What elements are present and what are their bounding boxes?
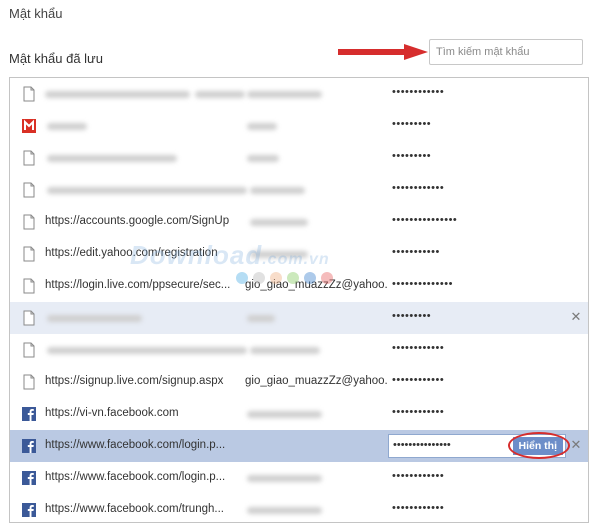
blurred-username — [247, 475, 322, 482]
site-url: https://accounts.google.com/SignUp — [45, 215, 230, 227]
password-field[interactable]: ••••••••••••••• Hiển thị — [388, 434, 566, 458]
site-url: https://edit.yahoo.com/registration — [45, 247, 218, 259]
password-dots: •••••••••••• — [392, 86, 445, 98]
password-dots: •••••••••••• — [392, 182, 445, 194]
search-input[interactable] — [430, 40, 582, 64]
remove-icon[interactable]: ✕ — [569, 438, 583, 452]
password-dots: ••••••••••••••• — [392, 214, 458, 226]
page-icon — [23, 278, 35, 294]
password-row[interactable]: https://edit.yahoo.com/registration ••••… — [10, 238, 588, 270]
password-dots: •••••••••••• — [392, 502, 445, 514]
page-icon — [23, 310, 35, 326]
gmail-icon — [22, 119, 36, 133]
blurred-username — [250, 187, 305, 194]
password-dots: ••••••••• — [392, 310, 432, 322]
page-icon — [23, 374, 35, 390]
blurred-site — [195, 91, 245, 98]
password-row[interactable]: https://vi-vn.facebook.com •••••••••••• — [10, 398, 588, 430]
facebook-icon — [22, 503, 36, 517]
blurred-username — [247, 411, 322, 418]
password-row[interactable]: https://login.live.com/ppsecure/sec... g… — [10, 270, 588, 302]
blurred-username — [247, 507, 322, 514]
password-list: •••••••••••• ••••••••• ••••••••• •••••••… — [9, 77, 589, 523]
saved-passwords-heading: Mật khẩu đã lưu — [9, 51, 103, 66]
password-dots: •••••••••••• — [392, 342, 445, 354]
site-url: https://login.live.com/ppsecure/sec... — [45, 279, 231, 291]
blurred-username — [247, 155, 279, 162]
facebook-icon — [22, 471, 36, 485]
password-row[interactable]: ••••••••• — [10, 142, 588, 174]
blurred-username — [247, 91, 322, 98]
site-url: https://www.facebook.com/login.p... — [45, 471, 226, 483]
page-title: Mật khẩu — [9, 6, 63, 21]
annotation-arrow — [338, 44, 428, 60]
password-row-hovered[interactable]: ••••••••• ✕ — [10, 302, 588, 334]
blurred-site — [47, 347, 247, 354]
blurred-username — [250, 219, 308, 226]
site-url: https://vi-vn.facebook.com — [45, 407, 179, 419]
blurred-username — [247, 123, 277, 130]
password-row[interactable]: https://www.facebook.com/trungh... •••••… — [10, 494, 588, 522]
facebook-icon — [22, 407, 36, 421]
show-password-button[interactable]: Hiển thị — [512, 437, 563, 455]
password-row[interactable]: https://accounts.google.com/SignUp •••••… — [10, 206, 588, 238]
password-dots: ••••••••• — [392, 118, 432, 130]
search-box — [429, 39, 583, 65]
password-dots: •••••••••••••• — [392, 278, 453, 290]
password-dots: ••••••••• — [392, 150, 432, 162]
password-row[interactable]: •••••••••••• — [10, 334, 588, 366]
password-row[interactable]: https://www.facebook.com/login.p... ••••… — [10, 462, 588, 494]
username: gio_giao_muazzZz@yahoo... — [245, 375, 388, 387]
site-url: https://www.facebook.com/login.p... — [45, 439, 226, 451]
page-icon — [23, 182, 35, 198]
username: gio_giao_muazzZz@yahoo... — [245, 279, 388, 291]
blurred-site — [47, 155, 177, 162]
blurred-site — [47, 315, 142, 322]
blurred-site — [45, 91, 190, 98]
password-dots: •••••••••••• — [392, 406, 445, 418]
blurred-username — [247, 315, 275, 322]
blurred-site — [47, 123, 87, 130]
password-dots: •••••••••••• — [392, 374, 445, 386]
password-row[interactable]: •••••••••••• — [10, 174, 588, 206]
page-icon — [23, 150, 35, 166]
facebook-icon — [22, 439, 36, 453]
password-dots: ••••••••••••••• — [393, 439, 451, 451]
blurred-username — [250, 347, 320, 354]
password-dots: •••••••••••• — [392, 470, 445, 482]
site-url: https://www.facebook.com/trungh... — [45, 503, 224, 515]
blurred-username — [250, 251, 308, 258]
password-row[interactable]: https://signup.live.com/signup.aspx gio_… — [10, 366, 588, 398]
site-url: https://signup.live.com/signup.aspx — [45, 375, 224, 387]
password-row[interactable]: •••••••••••• — [10, 78, 588, 110]
page-icon — [23, 342, 35, 358]
remove-icon[interactable]: ✕ — [569, 310, 583, 324]
page-icon — [23, 214, 35, 230]
password-row-selected[interactable]: https://www.facebook.com/login.p... ••••… — [10, 430, 588, 462]
page-icon — [23, 86, 35, 102]
password-row[interactable]: ••••••••• — [10, 110, 588, 142]
page-icon — [23, 246, 35, 262]
blurred-site — [47, 187, 247, 194]
password-dots: ••••••••••• — [392, 246, 440, 258]
